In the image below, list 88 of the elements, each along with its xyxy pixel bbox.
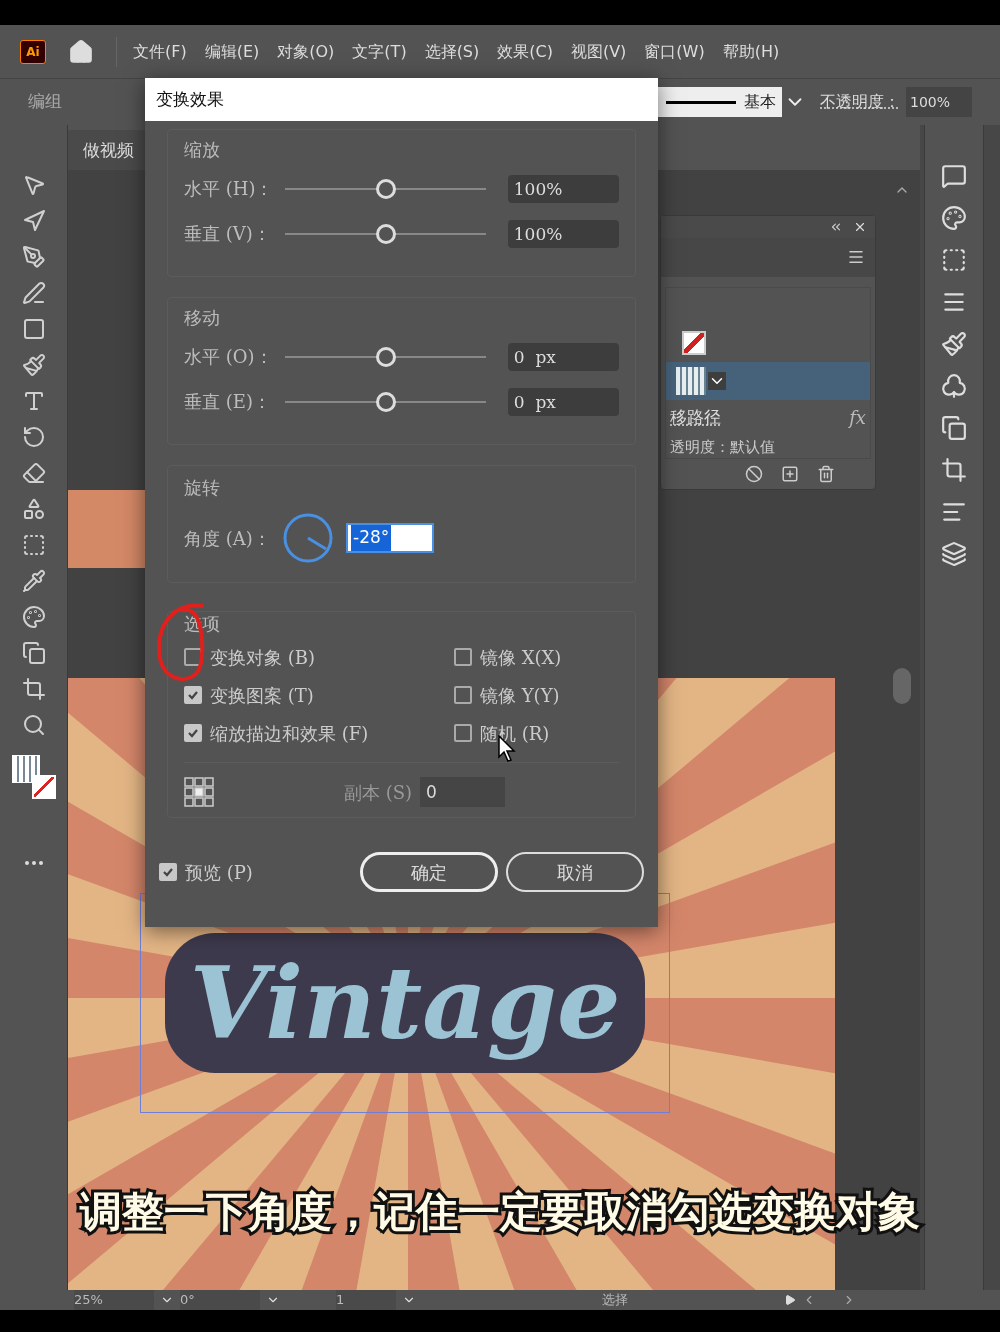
dialog-title: 变换效果 <box>156 87 224 111</box>
section-title: 移动 <box>184 306 221 330</box>
pattern-swatch <box>676 367 706 395</box>
fill-stroke-swatch[interactable] <box>11 755 56 799</box>
value-field[interactable]: 100% <box>507 219 619 248</box>
section-title: 旋转 <box>184 476 221 500</box>
opacity-field[interactable]: 100% <box>906 87 972 117</box>
menu-item[interactable]: 效果(C) <box>497 39 553 64</box>
selection-label: 编组 <box>28 90 62 114</box>
rectangle-icon[interactable] <box>21 317 46 341</box>
menu-item[interactable]: 文件(F) <box>133 39 187 64</box>
checkbox-label: 预览 (P) <box>185 860 253 885</box>
slider-thumb[interactable] <box>376 346 397 367</box>
crop-icon[interactable] <box>21 677 46 701</box>
checkbox[interactable] <box>159 863 177 881</box>
checkbox[interactable] <box>454 686 472 704</box>
field-label: 角度 (A)： <box>184 526 272 551</box>
checkbox-label: 镜像 X(X) <box>480 645 562 670</box>
checkbox[interactable] <box>184 686 202 704</box>
stroke-none-swatch[interactable] <box>682 331 706 355</box>
paintbrush-icon[interactable] <box>21 353 46 377</box>
checkbox-label: 缩放描边和效果 (F) <box>210 721 369 746</box>
checkbox-label: 变换图案 (T) <box>210 683 314 708</box>
check-icon <box>187 689 199 701</box>
menu-item[interactable]: 文字(T) <box>352 39 407 64</box>
club-icon[interactable] <box>941 373 967 399</box>
fill-row[interactable] <box>666 362 870 400</box>
zoom-search-icon[interactable] <box>21 713 46 737</box>
play-icon[interactable] <box>784 1294 796 1306</box>
speech-bubble-icon[interactable] <box>941 163 967 189</box>
effect-name[interactable]: 移路径 <box>670 405 721 431</box>
layers-icon[interactable] <box>941 541 967 567</box>
eyedropper-icon[interactable] <box>21 569 46 593</box>
opacity-row[interactable]: 透明度：默认值 <box>666 436 870 459</box>
clear-icon[interactable] <box>745 465 763 484</box>
field-label: 水平 (H)： <box>184 177 275 201</box>
menu-item[interactable]: 对象(O) <box>277 39 335 64</box>
reference-point-icon[interactable] <box>184 777 214 807</box>
eraser-icon[interactable] <box>21 461 46 485</box>
checkbox[interactable] <box>454 724 472 742</box>
section-title: 缩放 <box>184 138 221 162</box>
value-field[interactable]: 100% <box>507 174 619 203</box>
tool-status: 选择 <box>602 1291 628 1310</box>
copies-label: 副本 (S) <box>344 780 413 805</box>
check-icon <box>187 727 199 739</box>
rotation-field[interactable]: 0° <box>180 1290 260 1310</box>
checkbox-label: 变换对象 (B) <box>210 645 315 670</box>
ok-button[interactable]: 确定 <box>360 852 498 892</box>
zoom-field[interactable]: 25% <box>74 1290 154 1310</box>
slider-thumb[interactable] <box>376 223 397 244</box>
artboard-field[interactable]: 1 <box>336 1290 396 1310</box>
checkbox[interactable] <box>184 724 202 742</box>
stroke-style-dropdown[interactable]: 基本 <box>656 87 782 117</box>
rotate-icon[interactable] <box>21 425 46 449</box>
menu-item[interactable]: 窗口(W) <box>644 39 705 64</box>
palette-icon[interactable] <box>941 205 967 231</box>
home-icon[interactable] <box>68 38 94 65</box>
pen-icon[interactable] <box>21 245 46 269</box>
vintage-lettering: Vintage <box>165 933 645 1073</box>
brush-icon[interactable] <box>941 331 967 357</box>
slider-thumb[interactable] <box>376 391 397 412</box>
menu-item[interactable]: 编辑(E) <box>204 39 260 64</box>
field-label: 垂直 (V)： <box>184 222 272 246</box>
shapes-icon[interactable] <box>21 497 46 521</box>
scrollbar-thumb[interactable] <box>892 668 911 704</box>
slider-thumb[interactable] <box>376 178 397 199</box>
check-icon <box>162 866 174 878</box>
app-logo: Ai <box>20 39 46 64</box>
field-label: 垂直 (E)： <box>184 390 272 414</box>
checkbox-label: 镜像 Y(Y) <box>480 683 560 708</box>
menu-item[interactable]: 选择(S) <box>424 39 480 64</box>
value-field[interactable]: 0 px <box>507 387 619 416</box>
angle-field[interactable]: -28° <box>346 523 434 553</box>
add-new-icon[interactable] <box>781 465 799 484</box>
menu-item[interactable]: 帮助(H) <box>722 39 780 64</box>
copies-field[interactable]: 0 <box>420 777 506 807</box>
effect-badge[interactable]: fx <box>849 404 866 432</box>
dropdown-caret-icon[interactable] <box>708 372 726 390</box>
copy-icon[interactable] <box>21 641 46 665</box>
opacity-label[interactable]: 不透明度： <box>820 90 900 114</box>
checkbox[interactable] <box>184 648 202 666</box>
checkbox[interactable] <box>454 648 472 666</box>
value-field[interactable]: 0 px <box>507 342 619 371</box>
cancel-button[interactable]: 取消 <box>506 852 644 892</box>
field-label: 水平 (O)： <box>184 345 274 369</box>
direct-selection-icon[interactable] <box>21 209 46 233</box>
trash-icon[interactable] <box>817 465 835 484</box>
menu-item[interactable]: 视图(V) <box>570 39 627 64</box>
